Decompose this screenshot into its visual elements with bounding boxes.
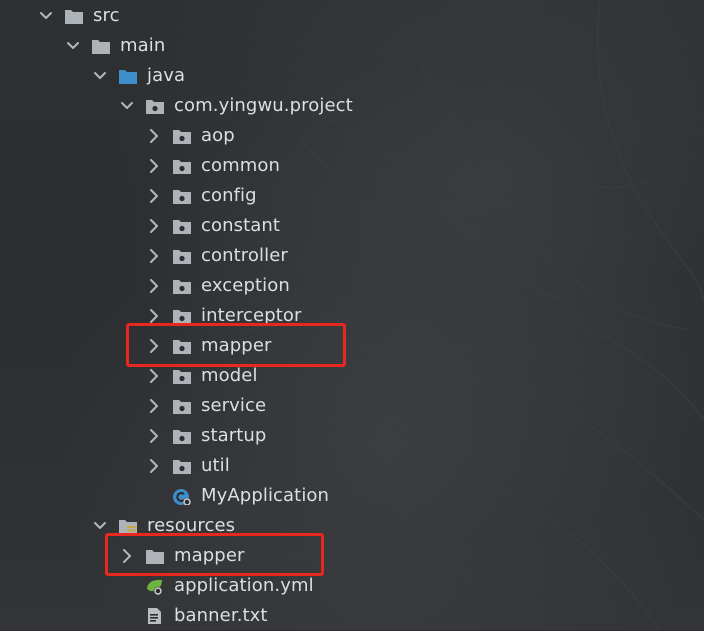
tree-item-aop[interactable]: aop: [0, 121, 704, 151]
tree-item-label: exception: [201, 275, 290, 296]
package-icon: [172, 247, 192, 265]
tree-item-label: com.yingwu.project: [174, 95, 353, 116]
tree-item-controller[interactable]: controller: [0, 241, 704, 271]
chevron-down-icon[interactable]: [119, 98, 135, 114]
package-icon: [172, 397, 192, 415]
tree-item-label: util: [201, 455, 230, 476]
folder-icon: [64, 7, 84, 25]
tree-item-label: common: [201, 155, 280, 176]
tree-item-label: aop: [201, 125, 235, 146]
chevron-right-icon[interactable]: [146, 128, 162, 144]
package-icon: [172, 277, 192, 295]
tree-item-interceptor[interactable]: interceptor: [0, 301, 704, 331]
tree-item-com-yingwu-project[interactable]: com.yingwu.project: [0, 91, 704, 121]
chevron-right-icon[interactable]: [146, 278, 162, 294]
tree-item-label: main: [120, 35, 166, 56]
tree-item-common[interactable]: common: [0, 151, 704, 181]
tree-item-label: service: [201, 395, 267, 416]
package-icon: [172, 157, 192, 175]
package-icon: [172, 427, 192, 445]
tree-item-constant[interactable]: constant: [0, 211, 704, 241]
package-icon: [145, 97, 165, 115]
chevron-down-icon[interactable]: [92, 68, 108, 84]
tree-item-banner-txt[interactable]: banner.txt: [0, 601, 704, 631]
tree-item-main[interactable]: main: [0, 31, 704, 61]
folder-icon: [91, 37, 111, 55]
tree-item-label: banner.txt: [174, 605, 268, 626]
chevron-right-icon[interactable]: [146, 398, 162, 414]
tree-item-myapplication[interactable]: MyApplication: [0, 481, 704, 511]
chevron-down-icon[interactable]: [65, 38, 81, 54]
chevron-right-icon[interactable]: [146, 158, 162, 174]
text-file-icon: [145, 607, 165, 625]
chevron-right-icon[interactable]: [146, 188, 162, 204]
package-icon: [172, 187, 192, 205]
tree-item-label: constant: [201, 215, 281, 236]
tree-item-label: src: [93, 5, 120, 26]
highlight-box-java-mapper: [126, 323, 346, 367]
tree-item-label: java: [147, 65, 186, 86]
highlight-box-resources-mapper: [105, 533, 324, 576]
tree-item-util[interactable]: util: [0, 451, 704, 481]
tree-item-label: config: [201, 185, 257, 206]
tree-item-src[interactable]: src: [0, 1, 704, 31]
tree-item-java[interactable]: java: [0, 61, 704, 91]
tree-item-label: MyApplication: [201, 485, 330, 506]
chevron-right-icon[interactable]: [146, 368, 162, 384]
package-icon: [172, 127, 192, 145]
chevron-right-icon[interactable]: [146, 428, 162, 444]
tree-item-startup[interactable]: startup: [0, 421, 704, 451]
tree-item-model[interactable]: model: [0, 361, 704, 391]
package-icon: [172, 217, 192, 235]
tree-item-config[interactable]: config: [0, 181, 704, 211]
package-icon: [172, 457, 192, 475]
spring-boot-class-icon: [172, 487, 192, 506]
chevron-right-icon[interactable]: [146, 308, 162, 324]
tree-item-exception[interactable]: exception: [0, 271, 704, 301]
chevron-down-icon[interactable]: [38, 8, 54, 24]
chevron-right-icon[interactable]: [146, 458, 162, 474]
chevron-right-icon[interactable]: [146, 248, 162, 264]
package-icon: [172, 367, 192, 385]
tree-item-label: controller: [201, 245, 288, 266]
tree-item-label: startup: [201, 425, 267, 446]
tree-item-service[interactable]: service: [0, 391, 704, 421]
chevron-right-icon[interactable]: [146, 218, 162, 234]
source-root-folder-icon: [118, 67, 138, 85]
spring-config-icon: [145, 577, 165, 596]
tree-item-mapper[interactable]: mapper: [0, 331, 704, 361]
chevron-down-icon[interactable]: [92, 518, 108, 534]
